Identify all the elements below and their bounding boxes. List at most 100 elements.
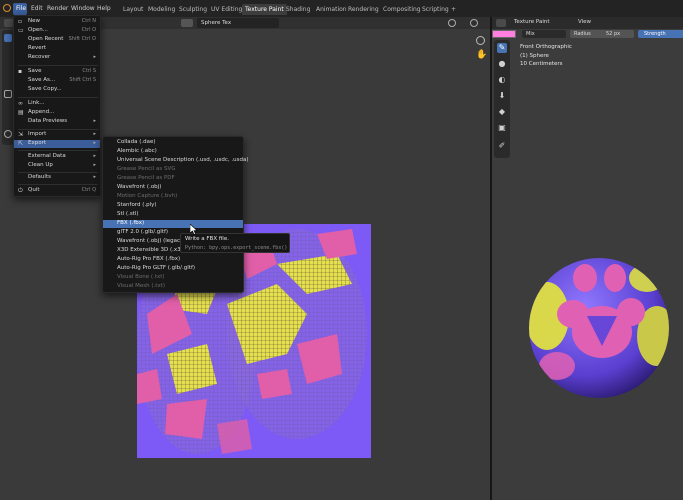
menu-window[interactable]: Window	[71, 5, 95, 12]
append-icon: ▤	[18, 109, 24, 116]
menu-item-revert-label: Revert	[28, 45, 47, 51]
sample-tool-icon[interactable]	[4, 130, 12, 138]
export-menu-item: Grease Pencil as SVG	[103, 166, 243, 174]
brush-draw-icon[interactable]: ✎	[497, 43, 507, 53]
export-menu-item[interactable]: Auto-Rig Pro GLTF (.glb/.gltf)	[103, 265, 243, 273]
tab-texture-paint[interactable]: Texture Paint	[242, 4, 287, 15]
mode-dropdown[interactable]: Texture Paint	[514, 19, 550, 25]
select-tool-icon[interactable]	[4, 34, 12, 42]
tab-rendering[interactable]: Rendering	[345, 4, 382, 15]
tab-shading[interactable]: Shading	[283, 4, 313, 15]
menu-file-label[interactable]: File	[16, 5, 26, 12]
menu-item-append[interactable]: ▤ Append...	[14, 109, 100, 117]
menu-item-import[interactable]: ⇲ Import ▸	[14, 131, 100, 139]
export-menu-item[interactable]: Universal Scene Description (.usd, .usdc…	[103, 157, 249, 165]
image-browse-icon[interactable]	[181, 19, 193, 27]
submenu-arrow-icon: ▸	[93, 131, 96, 137]
painted-sphere[interactable]	[527, 256, 672, 401]
menu-item-save-as[interactable]: Save As... Shift Ctrl S	[14, 77, 100, 85]
submenu-arrow-icon: ▸	[93, 153, 96, 159]
export-menu-item[interactable]: Stl (.stl)	[103, 211, 243, 219]
menu-item-revert[interactable]: Revert	[14, 45, 100, 53]
export-menu-item-label: X3D Extensible 3D (.x3d)	[117, 247, 187, 253]
export-menu-item: Grease Pencil as PDF	[103, 175, 243, 183]
clone-icon[interactable]: ⬇	[497, 91, 507, 101]
menu-item-export[interactable]: ⇱ Export ▸	[14, 140, 100, 148]
menu-item-open[interactable]: ▭ Open... Ctrl O	[14, 27, 100, 35]
save-icon: ▪	[18, 68, 23, 75]
export-menu-item[interactable]: Wavefront (.obj)	[103, 184, 243, 192]
add-workspace-button[interactable]: +	[448, 4, 459, 15]
menu-help[interactable]: Help	[97, 5, 111, 12]
menu-separator	[18, 172, 98, 173]
blender-logo-icon[interactable]	[3, 4, 11, 12]
menu-item-quit[interactable]: ⏻ Quit Ctrl Q	[14, 187, 100, 195]
overlay-toggle-icon[interactable]	[448, 19, 456, 27]
export-menu-item[interactable]: Auto-Rig Pro FBX (.fbx)	[103, 256, 243, 264]
top-menubar: File Edit Render Window Help Layout Mode…	[0, 0, 683, 17]
menu-item-data-previews[interactable]: Data Previews ▸	[14, 118, 100, 126]
menu-item-defaults[interactable]: Defaults ▸	[14, 174, 100, 182]
export-menu-item-label: Collada (.dae)	[117, 139, 156, 145]
viewport-info-scale: 10 Centimeters	[520, 61, 563, 67]
export-menu-item[interactable]: FBX (.fbx)	[103, 220, 243, 228]
blend-mode-dropdown[interactable]: Mix	[522, 30, 566, 38]
menu-item-append-label: Append...	[28, 109, 55, 115]
export-menu-item-label: Auto-Rig Pro FBX (.fbx)	[117, 256, 181, 262]
draw-tool-icon[interactable]	[4, 90, 12, 98]
menu-item-new-label: New	[28, 18, 40, 24]
tab-scripting[interactable]: Scripting	[419, 4, 452, 15]
file-menu: ▫ New Ctrl N ▭ Open... Ctrl O Open Recen…	[13, 15, 101, 197]
menu-item-save-shortcut: Ctrl S	[82, 68, 96, 74]
tab-compositing[interactable]: Compositing	[380, 4, 424, 15]
menu-item-save[interactable]: ▪ Save Ctrl S	[14, 68, 100, 76]
menu-item-clean-up-label: Clean Up	[28, 162, 53, 168]
zoom-icon[interactable]	[476, 36, 485, 45]
annotate-icon[interactable]: ✐	[497, 141, 507, 151]
tab-modeling[interactable]: Modeling	[145, 4, 178, 15]
menu-item-save-copy[interactable]: Save Copy...	[14, 86, 100, 94]
menu-view[interactable]: View	[578, 19, 591, 25]
menu-item-recover[interactable]: Recover ▸	[14, 54, 100, 62]
strength-label: Strength	[644, 31, 666, 37]
export-menu-item-label: Grease Pencil as PDF	[117, 175, 175, 181]
new-file-icon: ▫	[18, 18, 23, 25]
radius-field[interactable]: Radius 52 px	[570, 30, 634, 38]
export-icon: ⇱	[18, 140, 24, 147]
menu-item-open-recent[interactable]: Open Recent Shift Ctrl O	[14, 36, 100, 44]
tab-sculpting[interactable]: Sculpting	[176, 4, 210, 15]
pan-hand-icon[interactable]: ✋	[476, 50, 487, 60]
menu-item-data-previews-label: Data Previews	[28, 118, 68, 124]
export-menu-item-label: Visual Mesh (.txt)	[117, 283, 166, 289]
tab-layout[interactable]: Layout	[120, 4, 146, 15]
menu-item-link[interactable]: ∞ Link...	[14, 100, 100, 108]
export-menu-item[interactable]: Alembic (.abc)	[103, 148, 243, 156]
image-name-field[interactable]: Sphere Tex	[197, 18, 279, 28]
menu-item-clean-up[interactable]: Clean Up ▸	[14, 162, 100, 170]
menu-item-export-label: Export	[28, 140, 47, 146]
brush-color-swatch[interactable]	[492, 30, 516, 38]
export-menu-item[interactable]: Collada (.dae)	[103, 139, 243, 147]
submenu-arrow-icon: ▸	[93, 162, 96, 168]
strength-slider[interactable]: Strength	[638, 30, 683, 38]
menu-item-save-as-label: Save As...	[28, 77, 56, 83]
menu-render[interactable]: Render	[47, 5, 68, 12]
menu-item-defaults-label: Defaults	[28, 174, 51, 180]
menu-item-new[interactable]: ▫ New Ctrl N	[14, 18, 100, 26]
paint-toolbar: ✎ ● ◐ ⬇ ◆ ▣ ✐	[494, 40, 510, 158]
soften-icon[interactable]: ●	[497, 59, 507, 69]
export-menu-item-label: Grease Pencil as SVG	[117, 166, 176, 172]
menu-item-external-data[interactable]: External Data ▸	[14, 153, 100, 161]
fill-icon[interactable]: ◆	[497, 107, 507, 117]
tab-uv-editing[interactable]: UV Editing	[208, 4, 245, 15]
submenu-arrow-icon: ▸	[93, 174, 96, 180]
menu-separator	[18, 65, 98, 66]
export-menu-item[interactable]: Stanford (.ply)	[103, 202, 243, 210]
menu-item-save-as-shortcut: Shift Ctrl S	[69, 77, 96, 83]
mask-icon[interactable]: ▣	[497, 123, 507, 133]
editor-type-icon[interactable]	[496, 19, 506, 27]
smear-icon[interactable]: ◐	[497, 75, 507, 85]
menu-separator	[18, 97, 98, 98]
gizmo-toggle-icon[interactable]	[470, 19, 478, 27]
menu-edit[interactable]: Edit	[31, 5, 43, 12]
